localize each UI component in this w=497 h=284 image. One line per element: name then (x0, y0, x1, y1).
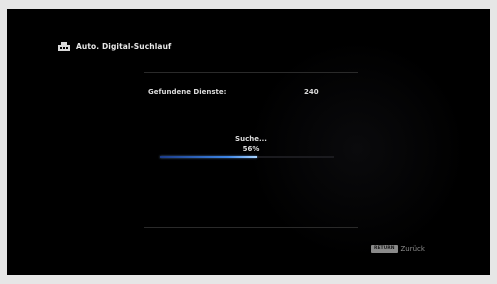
return-key-badge: RETURN (371, 245, 398, 253)
scan-status: Suche... (235, 135, 267, 143)
found-services-label: Gefundene Dienste: (148, 88, 227, 96)
return-label: Zurück (400, 245, 425, 253)
scan-percent: 56% (242, 145, 260, 153)
progress-bar (160, 156, 334, 158)
antenna-search-icon (58, 42, 70, 51)
divider-bottom (144, 227, 358, 228)
tv-screen: Auto. Digital-Suchlauf Gefundene Dienste… (7, 9, 490, 275)
found-services-value: 240 (304, 88, 319, 96)
menu-header: Auto. Digital-Suchlauf (58, 42, 171, 51)
return-button[interactable]: RETURN Zurück (371, 245, 425, 253)
progress-bar-fill (160, 156, 258, 158)
page-title: Auto. Digital-Suchlauf (76, 42, 172, 51)
divider-top (144, 72, 358, 73)
